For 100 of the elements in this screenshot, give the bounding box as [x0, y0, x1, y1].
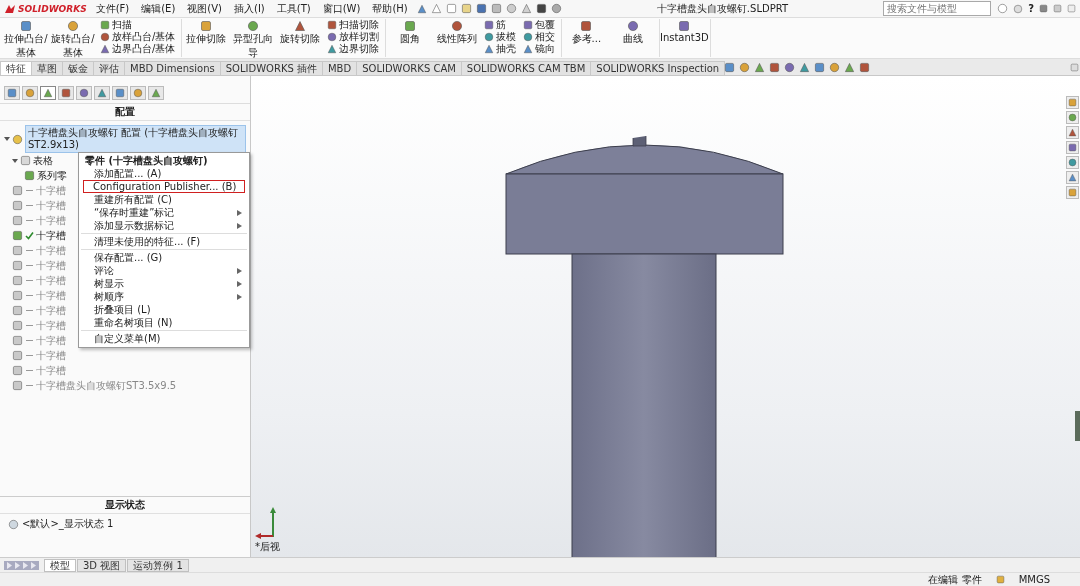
ribbon-button[interactable]: Instant3D: [662, 19, 707, 57]
feature-icon: [580, 20, 593, 32]
tree-item[interactable]: 十字槽: [36, 349, 66, 362]
feature-icon: [327, 20, 338, 30]
menu-item[interactable]: Configuration Publisher... (B): [83, 180, 245, 193]
command-tab[interactable]: 草图: [31, 61, 63, 75]
menu-item[interactable]: 保存配置... (G): [79, 251, 249, 264]
menu-item[interactable]: “保存时重建”标记: [79, 206, 249, 219]
command-tab[interactable]: 评估: [93, 61, 125, 75]
menu-header: 零件 (十字槽盘头自攻螺钉): [84, 154, 209, 167]
ribbon-button[interactable]: 圆角: [388, 19, 433, 57]
configuration-icon: [12, 200, 23, 211]
ribbon-button[interactable]: 曲线: [611, 19, 656, 57]
tree-item[interactable]: 十字槽: [36, 259, 66, 272]
status-text: 在编辑 零件: [928, 572, 982, 586]
panel-tab[interactable]: [40, 86, 56, 100]
menu-item[interactable]: 树显示: [79, 277, 249, 290]
feature-icon: [327, 44, 338, 54]
ribbon-button[interactable]: 边界切除: [325, 43, 382, 55]
menu-item[interactable]: 重建所有配置 (C): [79, 193, 249, 206]
ribbon-button[interactable]: 拉伸凸台/基体: [4, 19, 48, 57]
menu-item[interactable]: 树顺序: [79, 290, 249, 303]
model-tab[interactable]: 运动算例 1: [127, 558, 189, 572]
panel-tab[interactable]: [148, 86, 164, 100]
tab-navigation[interactable]: [4, 560, 39, 570]
tree-item[interactable]: 表格: [33, 154, 53, 167]
menu-item[interactable]: 工具(T): [273, 1, 314, 16]
model-tab[interactable]: 3D 视图: [77, 558, 127, 572]
tree-item[interactable]: 十字槽: [36, 244, 66, 257]
command-tab[interactable]: MBD Dimensions: [124, 61, 221, 75]
ribbon-button[interactable]: 线性阵列: [435, 19, 480, 57]
menu-item[interactable]: 评论: [79, 264, 249, 277]
app-logo: SOLIDWORKS: [18, 3, 87, 14]
menu-item[interactable]: 重命名树项目 (N): [79, 316, 249, 329]
tree-item[interactable]: 十字槽: [36, 214, 66, 227]
feature-icon: [523, 20, 534, 30]
ribbon-button[interactable]: 放样凸台/基体: [98, 31, 178, 43]
ribbon-button[interactable]: 参考...: [564, 19, 609, 57]
ribbon-button[interactable]: 放样切割: [325, 31, 382, 43]
command-tab[interactable]: 钣金: [62, 61, 94, 75]
tree-item[interactable]: 十字槽: [36, 289, 66, 302]
tree-item[interactable]: 十字槽: [36, 229, 66, 242]
command-tab[interactable]: MBD: [321, 61, 358, 75]
command-tab[interactable]: SOLIDWORKS CAM TBM: [460, 61, 592, 75]
command-tab[interactable]: SOLIDWORKS CAM: [356, 61, 462, 75]
panel-tab[interactable]: [22, 86, 38, 100]
tree-item[interactable]: 十字槽: [36, 304, 66, 317]
tree-item[interactable]: 十字槽: [36, 319, 66, 332]
tree-item[interactable]: 十字槽盘头自攻螺钉 配置 (十字槽盘头自攻螺钉ST2.9x13): [25, 125, 246, 153]
ribbon-button[interactable]: 拉伸切除: [184, 19, 229, 57]
panel-tab[interactable]: [58, 86, 74, 100]
menu-item[interactable]: 窗口(W): [319, 1, 364, 16]
window-title: 十字槽盘头自攻螺钉.SLDPRT: [655, 1, 790, 16]
view-label: *后视: [255, 540, 280, 554]
menu-item[interactable]: 文件(F): [92, 1, 133, 16]
tree-item[interactable]: 十字槽盘头自攻螺钉ST3.5x9.5: [36, 379, 177, 392]
next-icon[interactable]: [22, 561, 29, 569]
ribbon-button[interactable]: 异型孔向导: [231, 19, 276, 57]
search-field[interactable]: 搜索文件与模型: [883, 1, 992, 16]
ribbon-button[interactable]: 扫描: [98, 19, 178, 31]
menu-item[interactable]: 添加配置... (A): [79, 167, 249, 180]
ribbon-button[interactable]: 相交: [521, 31, 558, 43]
menu-item[interactable]: 添加显示数据标记: [79, 219, 249, 232]
ribbon-button[interactable]: 旋转凸台/基体: [51, 19, 95, 57]
command-tab[interactable]: 特征: [0, 61, 32, 75]
ribbon-button[interactable]: 拔模: [482, 31, 519, 43]
menu-item[interactable]: 清理未使用的特征... (F): [79, 235, 249, 248]
panel-handle[interactable]: [1075, 411, 1080, 441]
menu-item[interactable]: 视图(V): [184, 1, 225, 16]
tree-item[interactable]: 十字槽: [36, 274, 66, 287]
panel-tab[interactable]: [94, 86, 110, 100]
expand-arrow-icon[interactable]: [4, 136, 10, 142]
menu-item[interactable]: 折叠项目 (L): [79, 303, 249, 316]
ribbon-button[interactable]: 边界凸台/基体: [98, 43, 178, 55]
menu-item[interactable]: 编辑(E): [138, 1, 179, 16]
tree-item[interactable]: 十字槽: [36, 364, 66, 377]
panel-tab[interactable]: [76, 86, 92, 100]
display-state-item[interactable]: <默认>_显示状态 1: [22, 517, 114, 531]
model-tab[interactable]: 模型: [44, 558, 76, 572]
tree-item[interactable]: 系列零: [37, 169, 67, 182]
help-button[interactable]: ?: [1028, 3, 1034, 14]
panel-tab[interactable]: [130, 86, 146, 100]
command-tab[interactable]: SOLIDWORKS 插件: [219, 61, 323, 75]
panel-tab[interactable]: [112, 86, 128, 100]
tree-item[interactable]: 十字槽: [36, 199, 66, 212]
configuration-icon: [12, 380, 23, 391]
menu-item[interactable]: 帮助(H): [369, 1, 411, 16]
ribbon-button[interactable]: 旋转切除: [278, 19, 323, 57]
ribbon-button[interactable]: 包覆: [521, 19, 558, 31]
ribbon-button[interactable]: 筋: [482, 19, 519, 31]
command-tab[interactable]: SOLIDWORKS Inspection: [590, 61, 726, 75]
ribbon-button[interactable]: 扫描切除: [325, 19, 382, 31]
tree-item[interactable]: 十字槽: [36, 334, 66, 347]
menu-item[interactable]: 插入(I): [231, 1, 268, 16]
ribbon-button[interactable]: 镜向: [521, 43, 558, 55]
panel-tab[interactable]: [4, 86, 20, 100]
expand-arrow-icon[interactable]: [12, 157, 18, 164]
tree-item[interactable]: 十字槽: [36, 184, 66, 197]
ribbon-button[interactable]: 抽壳: [482, 43, 519, 55]
menu-item[interactable]: 自定义菜单(M): [79, 332, 249, 345]
